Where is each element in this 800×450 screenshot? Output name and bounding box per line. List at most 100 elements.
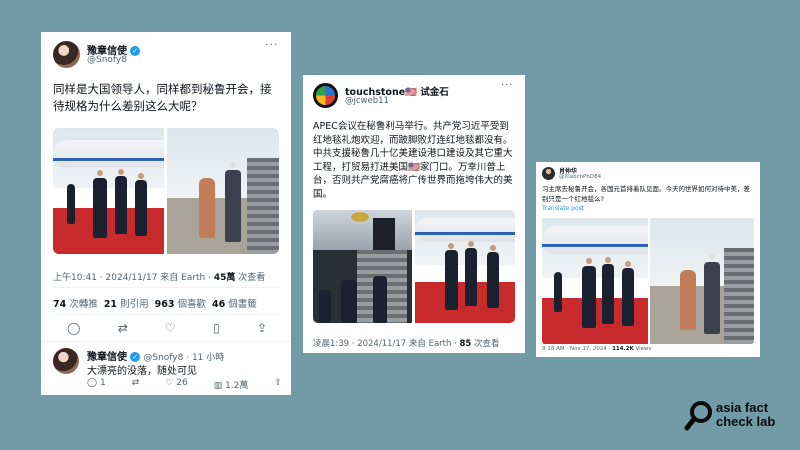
bookmark-icon[interactable]: ▯ [213, 321, 220, 335]
person-head [118, 169, 124, 175]
photo-left-panel [53, 128, 164, 254]
asia-fact-check-lab-logo: asia fact check lab [684, 398, 784, 432]
timestamp[interactable]: 9:18 AM · Nov 17, 2024 · [542, 346, 612, 352]
avatar[interactable] [542, 167, 555, 180]
boarding-stairs [247, 158, 279, 254]
person [487, 252, 499, 308]
tweet-text: 同样是大国领导人，同样都到秘鲁开会，接待规格为什么差别这么大呢？ [53, 82, 272, 113]
person-head [448, 243, 454, 249]
person-head [625, 261, 631, 267]
author-handle[interactable]: @Snofy8 [87, 55, 127, 65]
tweet-meta: 9:18 AM · Nov 17, 2024 · 114.2K Views [542, 346, 651, 352]
retweet-count[interactable]: 74 [53, 299, 66, 310]
analytics-icon: ▥ [213, 381, 223, 391]
avatar[interactable] [53, 41, 80, 68]
plane-stripe [542, 244, 648, 247]
like-label[interactable]: 個喜歡 [174, 299, 206, 310]
person [465, 248, 477, 306]
tweet-actions: ◯ ⇄ ♡ ▯ ⇪ [67, 321, 267, 335]
more-options-icon[interactable]: ··· [501, 80, 514, 91]
tweet-card-1: 豫章信使 ✓ @Snofy8 ··· 同样是大国领导人，同样都到秘鲁开会，接待规… [41, 32, 291, 395]
boarding-stairs [724, 248, 754, 344]
brand-line-1: asia fact [716, 400, 769, 415]
person [554, 272, 562, 312]
avatar[interactable] [313, 83, 338, 108]
person-head [138, 173, 144, 179]
person [199, 178, 215, 238]
person-head [709, 254, 715, 260]
retweet-icon[interactable]: ⇄ [132, 378, 140, 391]
person-head [468, 241, 474, 247]
person [93, 178, 107, 238]
share-icon[interactable]: ⇪ [257, 321, 267, 335]
person [680, 270, 696, 330]
view-count: 114.2K [612, 346, 634, 352]
reply-avatar[interactable] [53, 348, 79, 374]
tweet-meta: 凌晨1:39 · 2024/11/17 来自 Earth · 85 次查看 [313, 337, 500, 349]
brand-line-2: check lab [716, 414, 776, 429]
plane-emblem-icon [351, 212, 369, 222]
magnifier-icon [684, 401, 712, 431]
airplane [542, 226, 648, 254]
view-count: 85 [459, 339, 472, 349]
person [341, 280, 357, 323]
reply-icon[interactable]: ◯ [67, 321, 80, 335]
person [622, 268, 634, 326]
views-button[interactable]: ▥ 1.2萬 [214, 378, 249, 391]
timestamp[interactable]: 凌晨1:39 · 2024/11/17 来自 Earth · [313, 339, 460, 349]
reply-count: 1 [99, 378, 106, 388]
retweet-icon[interactable]: ⇄ [118, 321, 128, 335]
photo-right-panel [415, 210, 515, 323]
reply-icon: ◯ [87, 378, 98, 388]
tweet-card-2: touchstone🇺🇸 试金石 @jcweb11 ··· APEC会议在秘鲁利… [303, 75, 525, 353]
divider [53, 314, 279, 315]
reply-text: 大漂亮的没落，随处可见 [87, 366, 197, 377]
views-label: 次查看 [471, 339, 500, 349]
reply-button[interactable]: ◯ 1 [87, 378, 106, 391]
person-head [97, 170, 103, 176]
quote-label[interactable]: 則引用 [117, 299, 149, 310]
author-handle[interactable]: @XiaochPhD84 [559, 174, 601, 180]
like-button[interactable]: ♡ 26 [165, 378, 187, 391]
verified-badge-icon: ✓ [130, 46, 141, 56]
photo-left-panel [313, 210, 412, 323]
divider [53, 287, 279, 288]
person-head [605, 257, 611, 263]
tweet-text: APEC会议在秘鲁利马举行。共产党习近平受到红地毯礼炮欢迎，而跛脚败灯连红地毯都… [313, 121, 513, 200]
tweet-photo[interactable] [542, 218, 754, 344]
timestamp[interactable]: 上午10:41 · 2024/11/17 来自 Earth · [53, 273, 214, 283]
share-icon[interactable]: ⇪ [274, 378, 282, 391]
person [115, 176, 127, 234]
like-icon[interactable]: ♡ [165, 321, 176, 335]
plane-stripe [415, 232, 515, 235]
bookmark-label[interactable]: 個書籤 [225, 299, 257, 310]
airplane [53, 140, 164, 168]
divider [41, 341, 291, 342]
person [373, 276, 387, 323]
bookmark-count[interactable]: 46 [212, 299, 225, 310]
view-count: 1.2萬 [225, 381, 249, 391]
photo-left-panel [542, 218, 648, 344]
plane-stripe [53, 158, 164, 161]
person [582, 266, 596, 328]
view-count: 45萬 [213, 273, 236, 283]
photo-right-panel [167, 128, 279, 254]
person-head [490, 245, 496, 251]
more-options-icon[interactable]: ··· [265, 38, 279, 51]
tweet-card-3: 肖仲华 @XiaochPhD84 习主席去秘鲁开会，各国元首排着队见面。今天的世… [536, 162, 760, 357]
verified-badge-icon: ✓ [130, 352, 141, 362]
author-handle[interactable]: @jcweb11 [345, 96, 389, 106]
person [602, 264, 614, 324]
person [445, 250, 458, 310]
retweet-label[interactable]: 次轉推 [66, 299, 98, 310]
like-count[interactable]: 963 [155, 299, 175, 310]
tweet-photo[interactable] [53, 128, 279, 254]
person [319, 290, 331, 323]
translate-link[interactable]: Translate post [542, 205, 584, 212]
tweet-photo[interactable] [313, 210, 515, 323]
quote-count[interactable]: 21 [104, 299, 117, 310]
engagement-stats: 74 次轉推 21 則引用 963 個喜歡 46 個書籤 [53, 296, 257, 310]
person [704, 262, 720, 334]
tweet-text: 习主席去秘鲁开会，各国元首排着队见面。今天的世界如何对待中美，差别只是一个红地毯… [542, 185, 750, 203]
like-count: 26 [176, 378, 188, 388]
